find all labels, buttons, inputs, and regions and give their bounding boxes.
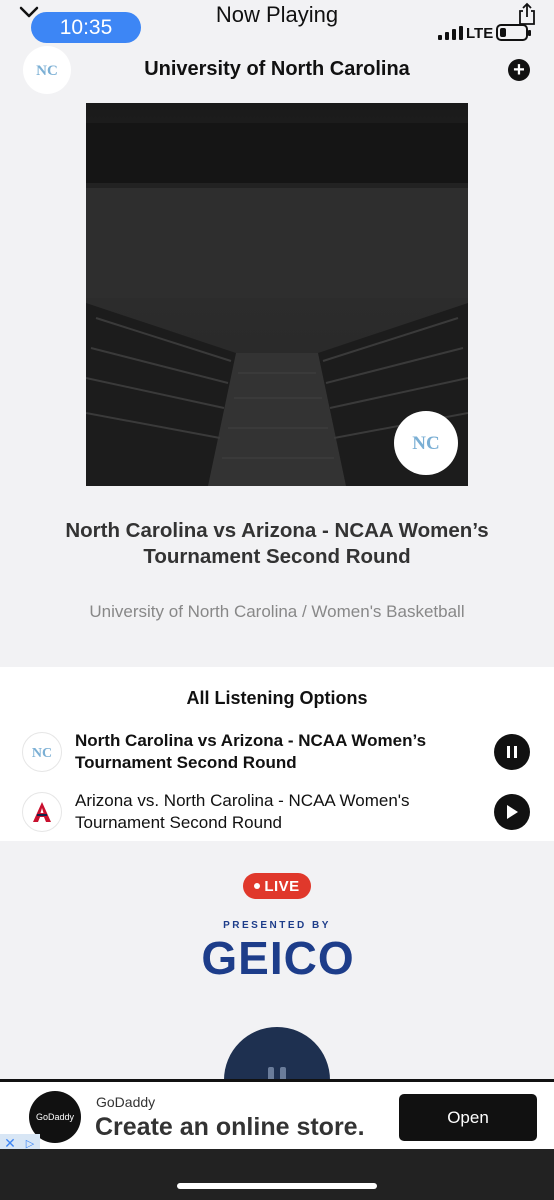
share-icon[interactable] [516, 2, 538, 26]
station-name: University of North Carolina [144, 58, 410, 80]
arizona-logo-icon [22, 792, 62, 832]
live-badge: LIVE [243, 873, 311, 899]
track-subtitle: University of North Carolina / Women's B… [89, 602, 465, 621]
add-icon[interactable]: + [508, 59, 530, 81]
track-title: North Carolina vs Arizona - NCAA Women’s… [65, 519, 489, 568]
live-label: LIVE [264, 877, 300, 895]
sponsor-brand: GEICO [201, 932, 354, 982]
pause-button[interactable] [494, 734, 530, 770]
geico-logo: GEICO [201, 932, 354, 982]
svg-text:NC: NC [412, 433, 439, 454]
unc-logo-icon: NC [22, 732, 62, 772]
listening-options-panel: All Listening Options NC North Carolina … [0, 667, 554, 841]
play-icon [507, 805, 518, 819]
battery-icon [496, 24, 531, 41]
station-header: NC University of North Carolina + [0, 46, 554, 96]
option-label: North Carolina vs Arizona - NCAA Women’s… [75, 731, 427, 772]
home-indicator[interactable] [177, 1183, 377, 1189]
unc-badge-icon: NC [394, 411, 458, 475]
ad-open-button[interactable]: Open [399, 1094, 537, 1141]
list-item[interactable]: Arizona vs. North Carolina - NCAA Women'… [0, 787, 554, 837]
bottom-bar [0, 1149, 554, 1200]
artwork-image: NC [86, 103, 468, 486]
list-item[interactable]: NC North Carolina vs Arizona - NCAA Wome… [0, 727, 554, 777]
option-label: Arizona vs. North Carolina - NCAA Women'… [75, 791, 410, 832]
network-label: LTE [466, 25, 494, 42]
presented-by-label: PRESENTED BY [223, 920, 331, 931]
signal-icon [438, 26, 463, 40]
play-button[interactable] [494, 794, 530, 830]
ad-headline: Create an online store. [95, 1113, 365, 1141]
listening-options-heading: All Listening Options [186, 688, 368, 708]
pause-icon [507, 746, 517, 758]
svg-text:NC: NC [32, 746, 52, 761]
ad-brand: GoDaddy [96, 1094, 156, 1110]
live-dot-icon [254, 883, 261, 889]
ad-banner[interactable]: GoDaddy GoDaddy Create an online store. … [0, 1079, 554, 1152]
status-bar: 10:35 Now Playing LTE [0, 0, 554, 48]
